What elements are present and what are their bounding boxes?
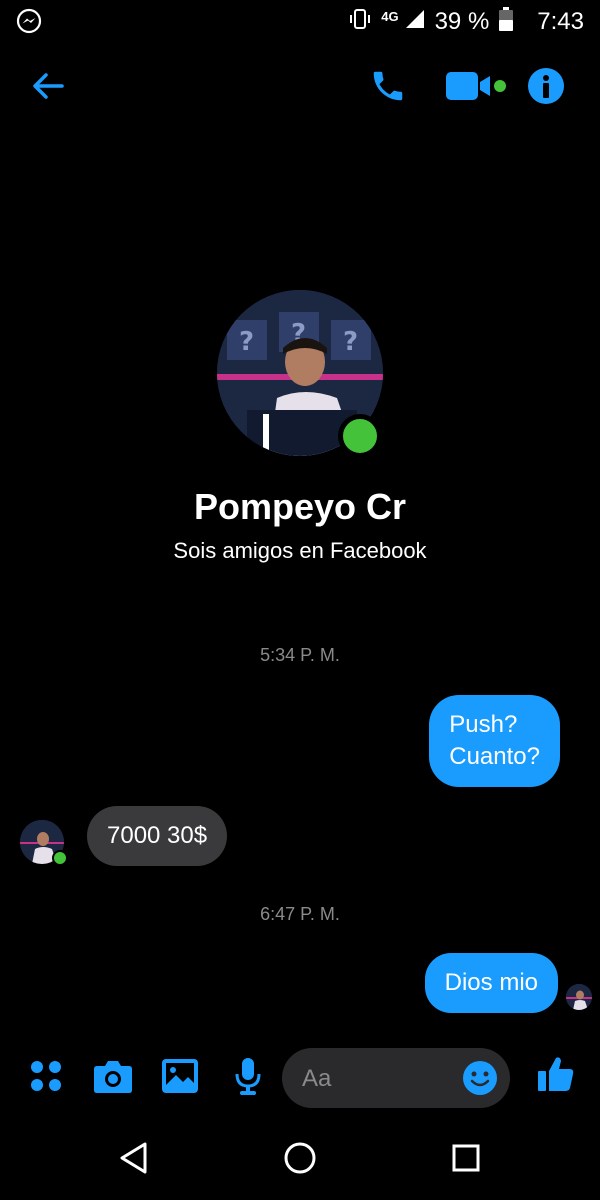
signal-icon xyxy=(405,8,425,36)
camera-button[interactable] xyxy=(92,1058,134,1098)
image-icon xyxy=(161,1058,199,1099)
video-call-button[interactable] xyxy=(444,66,510,110)
outgoing-message[interactable]: Push? Cuanto? xyxy=(429,695,560,787)
back-button[interactable] xyxy=(26,66,70,110)
microphone-icon xyxy=(233,1056,263,1101)
message-timestamp: 5:34 P. M. xyxy=(260,645,340,665)
square-recents-icon xyxy=(451,1143,481,1178)
friendship-status: Sois amigos en Facebook xyxy=(173,538,427,563)
clock: 7:43 xyxy=(537,8,584,35)
grid-dots-icon xyxy=(28,1058,64,1099)
online-status-indicator xyxy=(338,414,382,458)
status-bar: 4G 39 % 7:43 xyxy=(0,0,600,44)
android-navigation-bar xyxy=(0,1120,600,1200)
phone-icon xyxy=(369,67,407,110)
voice-message-button[interactable] xyxy=(228,1056,268,1101)
nav-recents-button[interactable] xyxy=(446,1140,486,1180)
more-actions-button[interactable] xyxy=(26,1058,66,1098)
like-button[interactable] xyxy=(534,1054,578,1098)
smiley-icon xyxy=(462,1061,498,1100)
gallery-button[interactable] xyxy=(160,1058,200,1098)
thumbs-up-icon xyxy=(536,1054,576,1099)
vibrate-icon xyxy=(349,7,371,38)
voice-call-button[interactable] xyxy=(366,66,410,110)
battery-percent: 39 % xyxy=(434,8,490,35)
triangle-back-icon xyxy=(118,1141,150,1180)
video-camera-icon xyxy=(444,66,510,111)
chat-header xyxy=(0,60,600,116)
camera-icon xyxy=(93,1058,133,1099)
info-icon xyxy=(527,67,565,110)
message-input-container xyxy=(282,1048,510,1108)
nav-back-button[interactable] xyxy=(114,1140,154,1180)
contact-name: Pompeyo Cr xyxy=(193,486,407,527)
battery-icon xyxy=(499,6,514,38)
info-button[interactable] xyxy=(524,66,568,110)
online-status-indicator xyxy=(52,850,68,866)
message-input[interactable] xyxy=(300,1062,454,1096)
outgoing-message[interactable]: Dios mio xyxy=(424,953,558,1013)
arrow-left-icon xyxy=(30,68,66,109)
emoji-button[interactable] xyxy=(462,1060,498,1101)
message-line: Cuanto? xyxy=(449,743,540,770)
messenger-chat-screen: 4G 39 % 7:43 ? ? ? Pompeyo Cr Sois amigo… xyxy=(0,0,600,1200)
messenger-icon xyxy=(16,8,42,39)
network-type: 4G xyxy=(381,8,399,24)
incoming-message[interactable]: 7000 30$ xyxy=(87,806,228,866)
svg-text:?: ? xyxy=(239,327,254,357)
svg-text:?: ? xyxy=(343,327,358,357)
nav-home-button[interactable] xyxy=(280,1140,320,1180)
message-timestamp: 6:47 P. M. xyxy=(260,904,340,924)
circle-home-icon xyxy=(283,1141,317,1180)
message-line: Push? xyxy=(449,711,518,738)
seen-receipt-avatar xyxy=(566,984,592,1010)
message-composer xyxy=(0,1044,600,1112)
